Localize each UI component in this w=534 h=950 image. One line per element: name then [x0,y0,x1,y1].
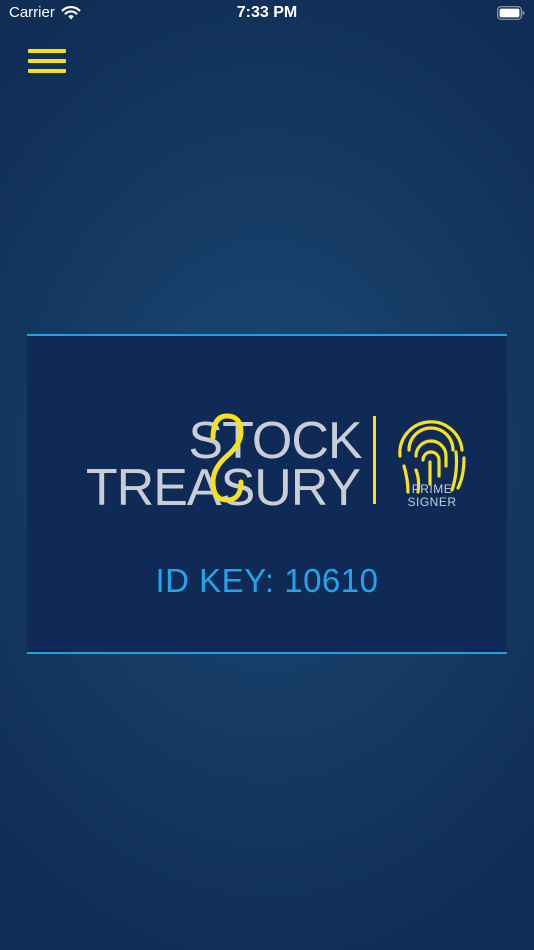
logo-card: STOCK TREASURY PRIME SIGNER ID KEY: 1061… [27,334,507,654]
hamburger-menu-icon[interactable] [26,47,68,79]
status-bar: Carrier 7:33 PM [0,0,534,28]
menu-bar-bottom [28,69,66,73]
menu-bar-middle [28,59,66,63]
logo-divider [373,416,376,504]
stock-treasury-logo: STOCK TREASURY PRIME SIGNER [86,412,466,517]
id-key-label: ID KEY: 10610 [155,562,379,599]
battery-icon [497,6,525,20]
logo-brand-line-2: TREASURY [86,459,361,517]
logo-sub-brand-line-1: PRIME [412,482,453,496]
logo-sub-brand-line-2: SIGNER [407,495,456,509]
status-time: 7:33 PM [236,4,298,21]
menu-bar-top [28,49,66,53]
